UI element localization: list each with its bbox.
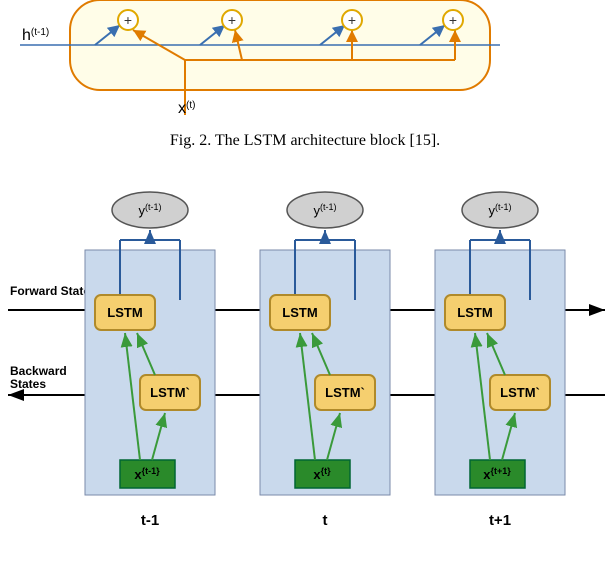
timestep-label: t+1 xyxy=(489,512,511,529)
timestep-cell: y(t-1)LSTMLSTM`x{t-1}t-1 xyxy=(85,192,215,529)
lstm-forward-label: LSTM xyxy=(282,305,317,320)
figure-container: h(t-1) x(t) + + + + Fig. 2. xyxy=(0,0,610,576)
svg-text:+: + xyxy=(124,12,132,28)
timestep-label: t xyxy=(323,512,328,529)
lstm-forward-label: LSTM xyxy=(107,305,142,320)
timestep-label: t-1 xyxy=(141,512,159,529)
h-label: h(t-1) xyxy=(22,27,49,45)
figure-caption: Fig. 2. The LSTM architecture block [15]… xyxy=(0,132,610,150)
bilstm-diagram: Forward States BackwardStates y(t-1)LSTM… xyxy=(0,150,610,550)
svg-text:+: + xyxy=(348,12,356,28)
forward-states-label: Forward States xyxy=(10,284,97,298)
svg-text:+: + xyxy=(228,12,236,28)
timestep-cell: y(t-1)LSTMLSTM`x{t+1}t+1 xyxy=(435,192,565,529)
lstm-backward-label: LSTM` xyxy=(150,385,190,400)
backward-states-label: BackwardStates xyxy=(10,364,67,391)
lstm-cell-fragment: h(t-1) x(t) + + + + xyxy=(0,0,610,120)
svg-text:+: + xyxy=(449,12,457,28)
x-label: x(t) xyxy=(178,100,195,118)
lstm-backward-label: LSTM` xyxy=(500,385,540,400)
lstm-forward-label: LSTM xyxy=(457,305,492,320)
lstm-backward-label: LSTM` xyxy=(325,385,365,400)
timestep-cell: y(t-1)LSTMLSTM`x{t}t xyxy=(260,192,390,529)
